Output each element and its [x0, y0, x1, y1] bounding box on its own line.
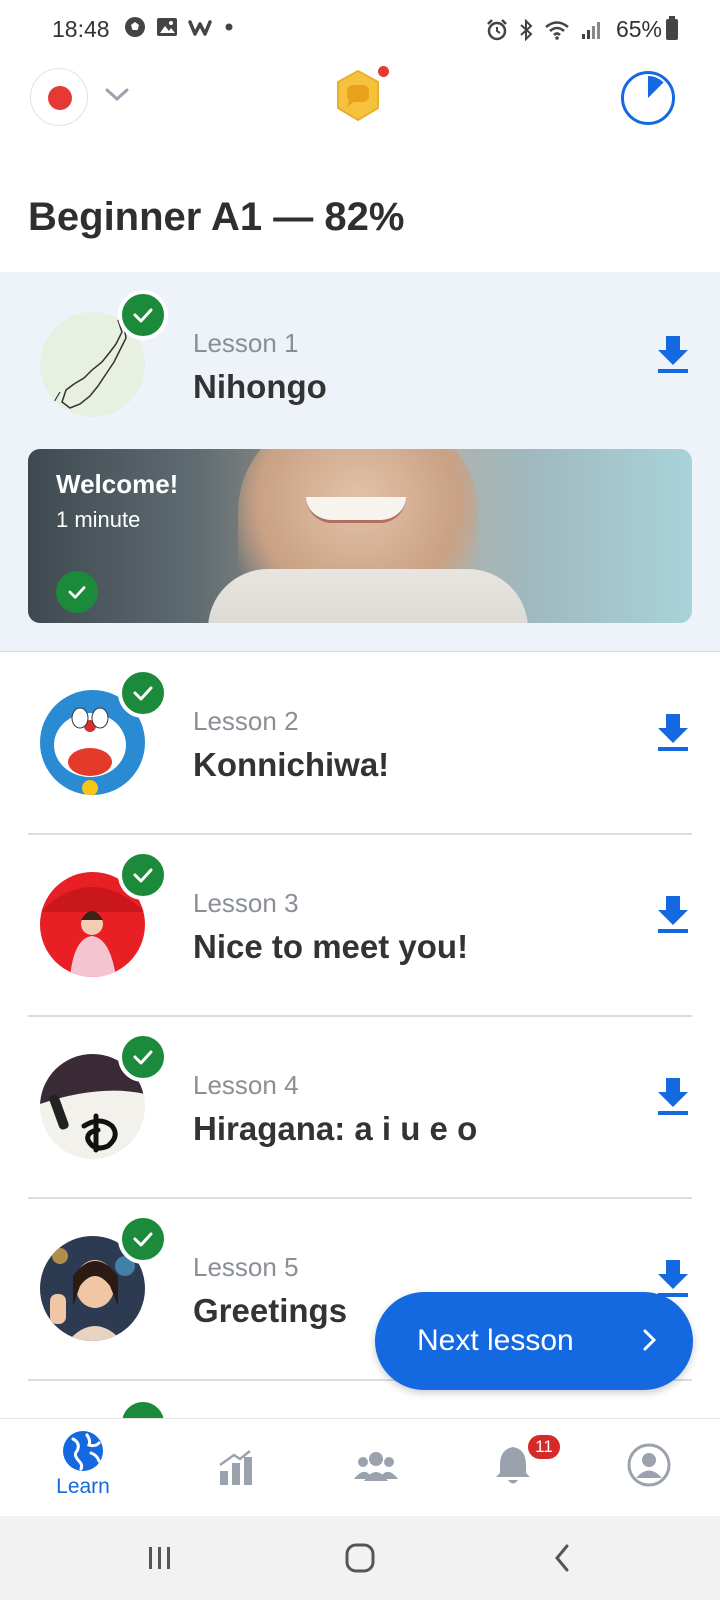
lesson-name: Nice to meet you! — [193, 928, 469, 965]
language-selector-button[interactable] — [30, 68, 88, 126]
bottom-navigation: Learn 11 — [0, 1418, 720, 1516]
battery-icon — [666, 16, 678, 40]
completed-check-icon — [118, 1214, 168, 1264]
globe-icon — [63, 1431, 103, 1471]
lesson-row-2[interactable]: Lesson 2 Konnichiwa! — [0, 650, 720, 832]
download-icon[interactable] — [656, 712, 690, 752]
lesson-number: Lesson 5 — [193, 1252, 299, 1282]
nav-community[interactable] — [316, 1419, 436, 1517]
nav-learn-label: Learn — [56, 1475, 110, 1498]
next-lesson-button[interactable]: Next lesson — [375, 1292, 693, 1390]
next-lesson-label: Next lesson — [417, 1324, 574, 1357]
profile-icon — [627, 1443, 671, 1487]
completed-check-icon — [118, 668, 168, 718]
alarm-icon — [487, 18, 507, 40]
completed-check-icon — [118, 850, 168, 900]
status-left-icons — [124, 16, 234, 38]
system-navigation-bar — [0, 1516, 720, 1600]
back-icon[interactable] — [552, 1542, 572, 1574]
lesson-row-1[interactable]: Lesson 1 Nihongo — [0, 272, 720, 454]
signal-icon — [581, 21, 600, 39]
lesson-name: Greetings — [193, 1292, 348, 1329]
status-time: 18:48 — [52, 16, 110, 42]
gallery-icon — [157, 18, 177, 36]
japan-flag-icon — [48, 86, 72, 110]
welcome-duration: 1 minute — [56, 507, 141, 532]
battery-level: 65% — [615, 16, 662, 42]
lesson-name: Konnichiwa! — [193, 746, 390, 783]
download-icon[interactable] — [656, 894, 690, 934]
completed-check-icon — [118, 290, 168, 340]
soccer-ball-icon — [125, 17, 145, 37]
nav-notifications[interactable] — [453, 1419, 573, 1517]
nav-progress[interactable] — [176, 1419, 296, 1517]
completed-check-icon — [118, 1032, 168, 1082]
bar-chart-icon — [219, 1450, 252, 1485]
download-icon[interactable] — [656, 334, 690, 374]
lesson-number: Lesson 3 — [193, 888, 299, 918]
lesson-name: Nihongo — [193, 368, 327, 405]
welcome-title: Welcome! — [56, 469, 179, 499]
lesson-number: Lesson 1 — [193, 328, 299, 358]
daily-goal-progress-icon[interactable] — [620, 70, 676, 126]
status-right-icons: 65% — [486, 16, 662, 43]
home-icon[interactable] — [344, 1542, 376, 1574]
w-app-icon — [188, 20, 212, 36]
chevron-down-icon[interactable] — [104, 84, 130, 106]
dot-icon — [225, 23, 233, 31]
speech-bubble-badge-icon[interactable] — [334, 70, 382, 122]
nav-learn[interactable]: Learn — [23, 1419, 143, 1517]
wifi-icon — [545, 20, 569, 40]
notification-count-badge: 11 — [526, 1433, 562, 1461]
level-title: Beginner A1 — 82% — [28, 195, 405, 239]
download-icon[interactable] — [656, 1258, 690, 1298]
download-icon[interactable] — [656, 1076, 690, 1116]
lesson-number: Lesson 2 — [193, 706, 299, 736]
notification-dot — [376, 64, 391, 79]
lesson-row-4[interactable]: Lesson 4 Hiragana: a i u e o — [0, 1014, 720, 1196]
bluetooth-icon — [520, 18, 533, 41]
status-bar: 18:48 65% — [0, 0, 720, 62]
welcome-video-card[interactable]: Welcome! 1 minute — [28, 449, 692, 623]
recent-apps-icon[interactable] — [146, 1544, 174, 1572]
completed-check-icon — [56, 571, 98, 613]
community-icon — [354, 1452, 398, 1481]
nav-profile[interactable] — [589, 1419, 709, 1517]
lesson-name: Hiragana: a i u e o — [193, 1110, 478, 1147]
lesson-row-3[interactable]: Lesson 3 Nice to meet you! — [0, 832, 720, 1014]
chevron-right-icon — [643, 1329, 657, 1351]
lesson-number: Lesson 4 — [193, 1070, 299, 1100]
